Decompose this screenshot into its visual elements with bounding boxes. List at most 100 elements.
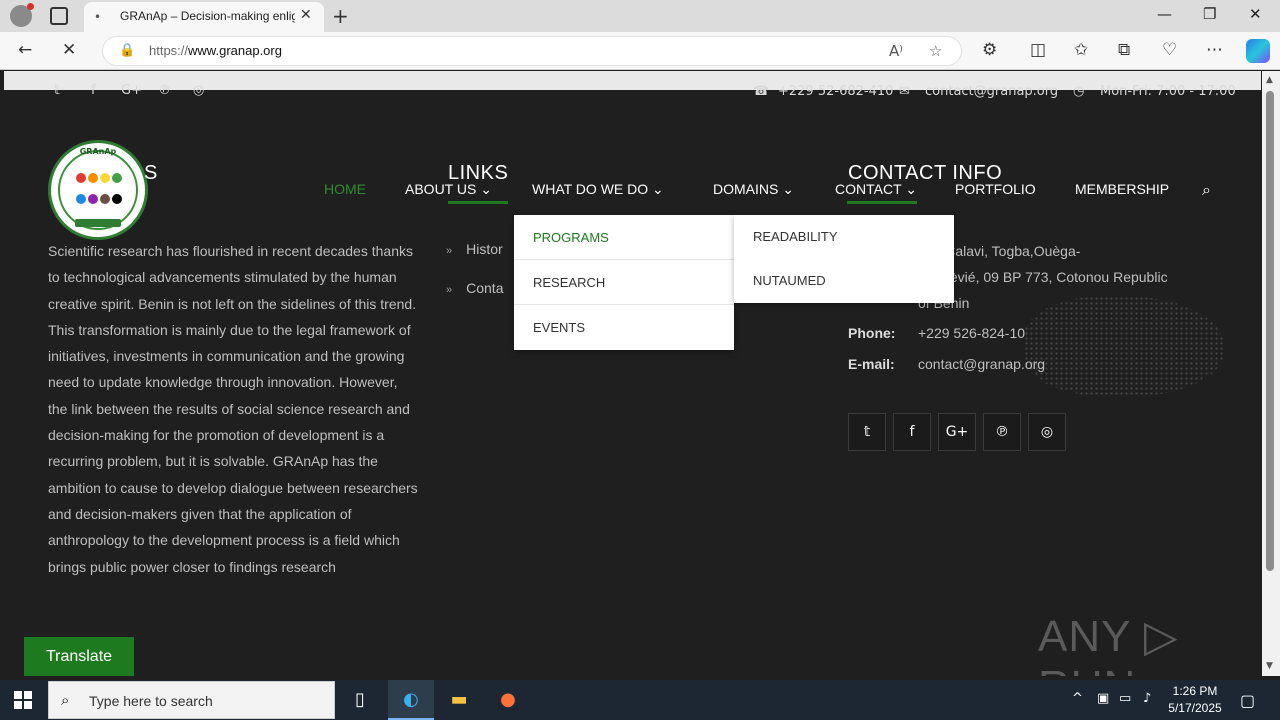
twitter-icon[interactable]: 𝕥 [54,83,60,98]
nav-what-we-do[interactable]: WHAT DO WE DO ⌄ [532,181,664,198]
dribbble-icon[interactable]: ◎ [193,83,204,98]
nav-contact-underline [847,201,917,204]
nav-membership[interactable]: MEMBERSHIP [1075,181,1169,197]
email-label: E-mail: [848,356,895,372]
facebook-icon[interactable]: f [91,83,96,98]
firefox-icon[interactable]: ● [494,686,522,714]
minimize-icon[interactable]: — [1157,5,1172,23]
footer-google-plus-icon[interactable]: G+ [938,413,976,451]
top-phone[interactable]: +229 52-682-410 [778,84,893,99]
phone-value[interactable]: +229 526-824-10 [918,325,1025,341]
nav-home[interactable]: HOME [324,181,366,197]
link-history-label: Histor [466,241,503,257]
taskbar-clock[interactable]: 1:26 PM 5/17/2025 [1160,683,1230,717]
favorite-icon[interactable]: ☆ [929,42,942,60]
menu-item-readability[interactable]: READABILITY [734,215,954,259]
pinterest-icon[interactable]: ℗ [158,83,171,98]
scroll-down-icon[interactable]: ▼ [1266,661,1273,671]
extensions-icon[interactable]: ⚙ [982,40,997,60]
menu-item-programs[interactable]: PROGRAMS [514,215,734,260]
logo-ribbon [75,219,121,227]
profile-icon[interactable] [10,3,34,27]
footer-pinterest-icon[interactable]: ℗ [983,413,1021,451]
link-history[interactable]: » Histor [446,241,503,257]
anyrun-watermark: ANY ▷ RUN [1038,612,1179,676]
taskbar-search[interactable]: ⌕ Type here to search [48,681,335,719]
footer-twitter-icon[interactable]: 𝕥 [848,413,886,451]
more-icon[interactable]: ⋯ [1206,40,1223,60]
split-screen-icon[interactable]: ◫ [1030,40,1046,60]
contact-address: ney-Calavi, Togba,Ouèga- Hossèvié, 09 BP… [918,243,1168,311]
chevron-down-icon: ⌄ [652,181,664,197]
nav-about-us[interactable]: ABOUT US ⌄ [405,181,492,198]
lock-icon[interactable]: 🔒 [119,43,135,58]
clock-date: 5/17/2025 [1168,701,1222,715]
nav-contact[interactable]: CONTACT ⌄ [835,181,917,198]
collections-icon[interactable]: ⧉ [1118,40,1130,60]
notifications-icon[interactable]: ▢ [1240,691,1255,710]
nav-what-label: WHAT DO WE DO [532,181,649,197]
windows-start-icon[interactable] [14,691,32,709]
about-paragraph: Scientific research has flourished in re… [48,243,418,575]
page-scrollbar[interactable]: ▲ ▼ [1262,71,1280,676]
loading-icon: • [94,10,102,24]
url-protocol: https:// [149,43,189,58]
close-icon[interactable]: ✕ [300,7,312,23]
favorites-icon[interactable]: ✩ [1074,40,1088,60]
page-viewport: 𝕥 f G+ ℗ ◎ ☎ +229 52-682-410 ✉ contact@g… [4,71,1261,676]
nav-domains[interactable]: DOMAINS ⌄ [713,181,794,198]
site-logo[interactable]: GRAnAp [48,140,148,240]
clock-time: 1:26 PM [1172,684,1218,698]
restore-icon[interactable]: ❐ [1203,5,1216,23]
copilot-icon[interactable] [1246,39,1270,63]
logo-figures [71,173,127,213]
link-contact[interactable]: » Conta [446,280,503,296]
tab-bar: • GRAnAp – Decision-making enlig ✕ + — ❐… [0,0,1280,32]
browser-tab[interactable]: • GRAnAp – Decision-making enlig ✕ [84,2,324,32]
new-tab-icon[interactable]: + [332,4,349,28]
tray-device-icon[interactable]: ▣ [1097,691,1109,706]
chevron-down-icon: ⌄ [480,181,492,197]
stop-icon[interactable]: ✕ [62,40,76,60]
address-bar[interactable]: 🔒 https://www.granap.org A⁾ ☆ [102,36,962,66]
scroll-thumb[interactable] [1266,91,1274,571]
top-email[interactable]: contact@granap.org [925,84,1058,99]
tabs-icon[interactable] [50,7,68,25]
task-view-icon[interactable]: ▯ [346,686,374,714]
read-aloud-icon[interactable]: A⁾ [889,42,903,60]
window-close-icon[interactable]: ✕ [1249,5,1262,23]
back-icon[interactable]: ← [18,40,32,60]
translate-button[interactable]: Translate [24,637,134,676]
link-contact-label: Conta [466,280,504,296]
search-icon[interactable]: ⌕ [1202,180,1211,200]
email-value[interactable]: contact@granap.org [918,356,1045,372]
nav-about-label: ABOUT US [405,181,477,197]
chevron-down-icon: ⌄ [905,181,917,197]
volume-icon[interactable]: ♪ [1143,691,1151,706]
url-host: www.granap.org [188,43,282,58]
nav-contact-label: CONTACT [835,181,902,197]
programs-submenu: READABILITY NUTAUMED [734,215,954,303]
edge-icon[interactable]: ◐ [397,686,425,714]
chevron-right-icon: » [446,245,453,257]
tray-overflow-icon[interactable]: ^ [1072,691,1083,706]
google-plus-icon[interactable]: G+ [121,83,142,98]
top-hours: Mon-Fri: 7:00 - 17:00 [1100,84,1236,99]
network-icon[interactable]: ▭ [1119,691,1131,706]
menu-item-nutaumed[interactable]: NUTAUMED [734,259,954,303]
scroll-up-icon[interactable]: ▲ [1266,75,1273,85]
footer-facebook-icon[interactable]: f [893,413,931,451]
performance-icon[interactable]: ♡ [1162,40,1177,60]
nav-portfolio[interactable]: PORTFOLIO [955,181,1036,197]
about-heading-partial: S [144,162,158,184]
url-text[interactable]: https://www.granap.org [149,43,282,58]
tab-title: GRAnAp – Decision-making enlig [120,9,295,23]
search-icon: ⌕ [61,691,70,709]
clock-icon: ◷ [1073,84,1085,99]
menu-item-events[interactable]: EVENTS [514,305,734,350]
what-we-do-dropdown: PROGRAMS RESEARCH EVENTS [514,215,734,350]
footer-dribbble-icon[interactable]: ◎ [1028,413,1066,451]
file-explorer-icon[interactable]: ▬ [445,686,473,714]
menu-item-research[interactable]: RESEARCH [514,260,734,305]
taskbar-search-placeholder: Type here to search [89,693,213,709]
